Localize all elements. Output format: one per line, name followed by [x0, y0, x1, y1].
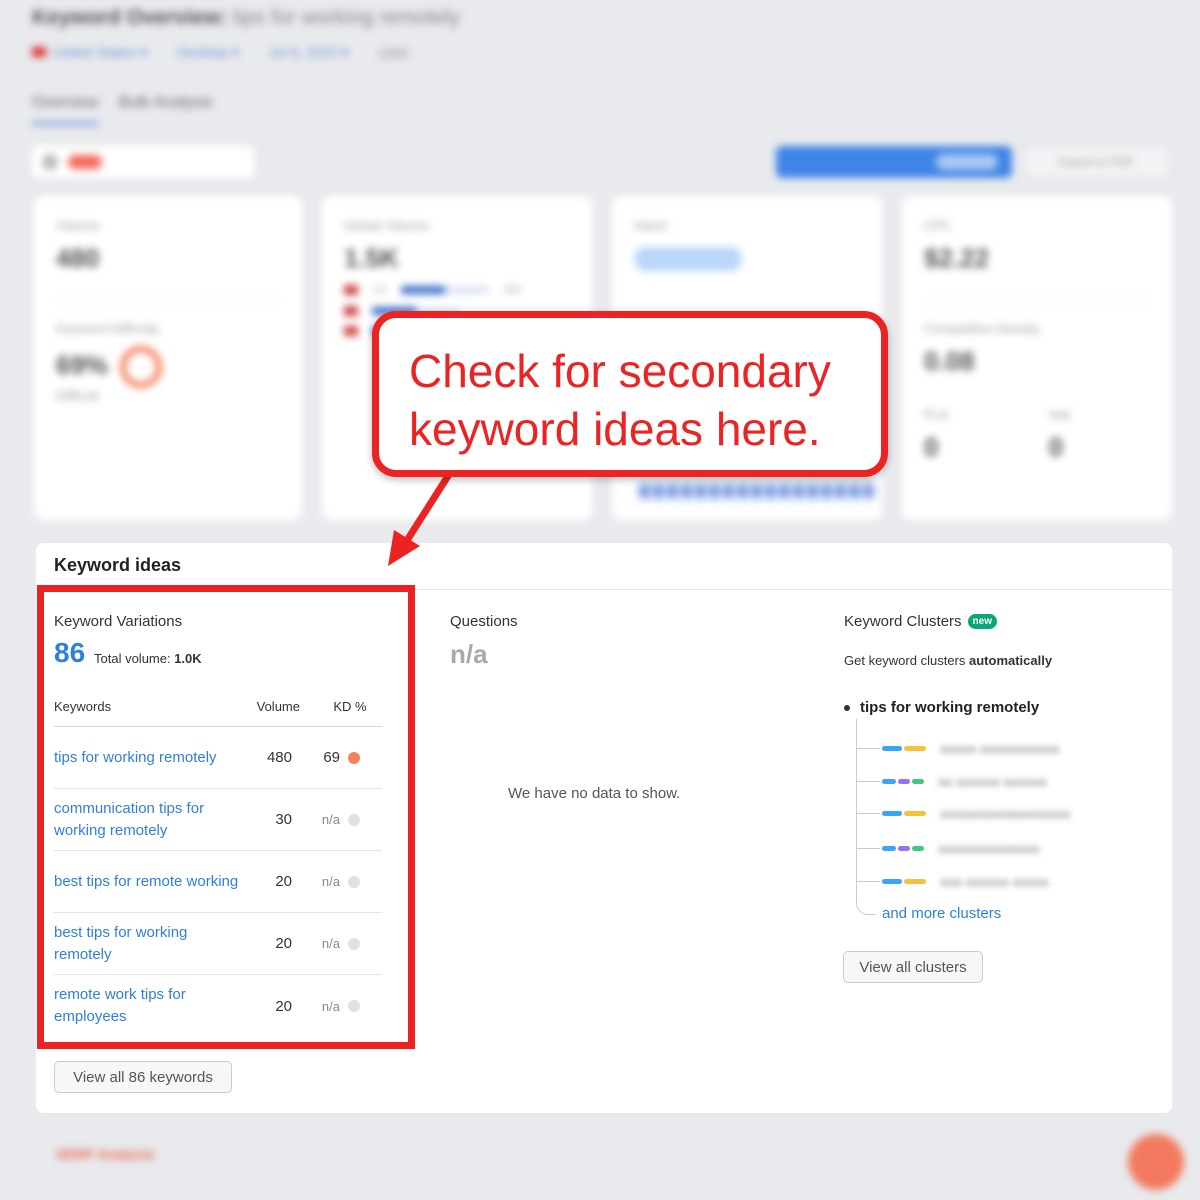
questions-empty-message: We have no data to show.	[508, 785, 681, 802]
divider	[924, 300, 1150, 301]
highlight-box	[37, 585, 415, 1049]
questions-value: n/a	[450, 639, 488, 669]
subtitle-prefix: Get keyword clusters	[844, 653, 966, 668]
us-flag-icon	[32, 47, 46, 57]
tab-bulk-analysis[interactable]: Bulk Analysis	[119, 94, 213, 125]
competitive-density-value: 0.08	[924, 346, 975, 376]
divider	[56, 300, 280, 301]
kd-sub: Difficult	[56, 388, 99, 403]
country-code: US	[372, 284, 388, 296]
competitive-density-label: Competitive Density	[924, 321, 1040, 336]
kd-label: Keyword Difficulty	[56, 321, 160, 336]
date-selector[interactable]: Jul 6, 2023 ▾	[269, 44, 348, 61]
cluster-item: aaaaaaaaaaaaaaaaaa	[856, 805, 1071, 821]
chat-bubble-icon[interactable]	[1128, 1134, 1184, 1190]
keyword-clusters-heading: Keyword Clusters new	[844, 613, 997, 630]
subtitle-bold: automatically	[969, 653, 1053, 668]
trend-bars	[640, 484, 873, 498]
intent-label: Intent	[634, 218, 667, 233]
cluster-item: aaaaa aaaaaaaaaaa	[856, 740, 1060, 756]
new-badge: new	[967, 614, 997, 629]
cluster-root: tips for working remotely	[844, 699, 1039, 716]
cluster-root-label: tips for working remotely	[860, 699, 1040, 716]
cluster-blurred-label: aaa aaaaaa aaaaa	[940, 873, 1049, 889]
view-all-clusters-button[interactable]: View all clusters	[843, 951, 983, 983]
cluster-chips	[882, 845, 924, 851]
intent-badge	[634, 247, 742, 271]
volume-label: Volume	[56, 218, 100, 233]
database-selector-row: United States ▾ Desktop ▾ Jul 6, 2023 ▾ …	[32, 44, 408, 61]
gear-icon	[42, 154, 58, 170]
volume-value: 480	[56, 243, 100, 273]
flag-icon	[344, 306, 358, 316]
annotation-callout: Check for secondary keyword ideas here.	[372, 311, 888, 477]
view-all-keywords-button[interactable]: View all 86 keywords	[54, 1061, 232, 1093]
country-row: US 480	[344, 284, 570, 296]
cluster-blurred-label: aa aaaaaa aaaaaa	[938, 773, 1047, 789]
device-label: Desktop	[176, 44, 229, 60]
database-selector[interactable]: United States ▾	[32, 44, 147, 61]
update-metrics-badge	[936, 154, 998, 170]
keyword-ideas-title: Keyword ideas	[54, 555, 182, 575]
date-label: Jul 6, 2023	[269, 44, 338, 60]
currency-label: USD	[378, 44, 409, 61]
pla-label: PLA	[924, 407, 949, 422]
cpc-card: CPC $2.22 Competitive Density 0.08 PLA 0 …	[902, 196, 1172, 520]
cluster-chips	[882, 745, 926, 751]
cluster-chips	[882, 810, 926, 816]
cluster-blurred-label: aaaaa aaaaaaaaaaa	[940, 740, 1060, 756]
country-bar	[401, 286, 490, 294]
cluster-blurred-label: aaaaaaaaaaaaaa	[938, 840, 1040, 856]
cluster-item: aaa aaaaaa aaaaa	[856, 873, 1049, 889]
volume-card: Volume 480 Keyword Difficulty 69% Diffic…	[34, 196, 302, 520]
cpc-value: $2.22	[924, 243, 990, 273]
page-title-label: Keyword Overview:	[32, 6, 227, 29]
serp-analysis-heading: SERP Analysis	[56, 1146, 155, 1162]
filter-badge	[68, 155, 102, 169]
database-label: United States	[52, 44, 137, 60]
country-value: 480	[503, 284, 522, 296]
page-title-query: tips for working remotely	[232, 6, 461, 29]
filter-control[interactable]	[32, 146, 254, 178]
cluster-item: aaaaaaaaaaaaaa	[856, 840, 1040, 856]
bullet-icon	[844, 704, 850, 711]
global-volume-label: Global Volume	[344, 218, 429, 233]
cluster-chips	[882, 878, 926, 884]
flag-icon	[344, 326, 358, 336]
ads-label: Ads	[1048, 407, 1071, 422]
keyword-clusters-label: Keyword Clusters	[844, 613, 962, 630]
update-metrics-button[interactable]	[776, 146, 1012, 178]
flag-icon	[344, 285, 358, 295]
kd-value: 69%	[56, 349, 109, 380]
callout-text: Check for secondary keyword ideas here.	[409, 345, 831, 455]
page-title: Keyword Overview: tips for working remot…	[32, 6, 460, 30]
questions-heading: Questions	[450, 613, 518, 630]
pla-value: 0	[924, 432, 939, 462]
export-pdf-button[interactable]: Export to PDF	[1024, 146, 1170, 178]
kd-ring-icon	[120, 346, 163, 388]
ads-value: 0	[1048, 432, 1064, 462]
more-clusters-link[interactable]: and more clusters	[882, 905, 1001, 922]
tab-bar: Overview Bulk Analysis	[32, 94, 213, 125]
keyword-clusters-subtitle: Get keyword clusters automatically	[844, 653, 1052, 668]
device-selector[interactable]: Desktop ▾	[177, 44, 239, 61]
cluster-item: aa aaaaaa aaaaaa	[856, 773, 1047, 789]
kd-description	[56, 403, 280, 439]
global-volume-value: 1.5K	[344, 243, 399, 273]
cluster-chips	[882, 778, 924, 784]
tab-overview[interactable]: Overview	[32, 94, 99, 125]
cluster-blurred-label: aaaaaaaaaaaaaaaaaa	[940, 805, 1071, 821]
cpc-label: CPC	[924, 218, 952, 233]
